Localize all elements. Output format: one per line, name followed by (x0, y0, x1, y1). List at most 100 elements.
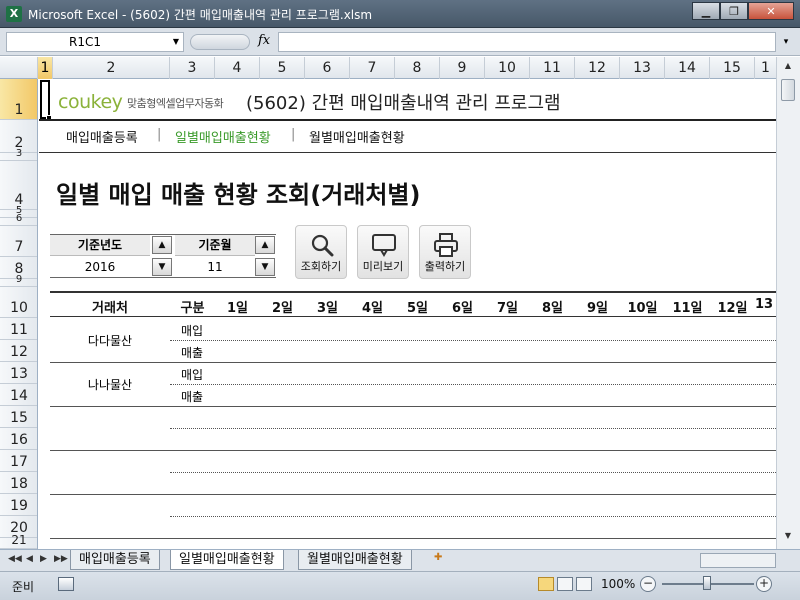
table-row-vendor: 다다물산 (87, 334, 133, 348)
header-day: 13 (755, 297, 774, 312)
restore-button[interactable]: ❐ (720, 2, 748, 20)
row-header[interactable]: 9 (0, 274, 37, 287)
row-header[interactable]: 11 (0, 318, 37, 340)
printer-icon (434, 233, 458, 257)
year-up-button[interactable]: ▲ (152, 236, 172, 254)
row-header[interactable]: 18 (0, 472, 37, 494)
month-label: 기준월 (175, 235, 255, 256)
tab-next-icon[interactable]: ▶ (40, 554, 47, 564)
page-break-view-icon[interactable] (576, 577, 592, 591)
page-layout-view-icon[interactable] (557, 577, 573, 591)
year-value[interactable]: 2016 (50, 257, 150, 278)
normal-view-icon[interactable] (538, 577, 554, 591)
minimize-button[interactable]: ▁ (692, 2, 720, 20)
row-header[interactable]: 21 (0, 533, 37, 549)
tab-register[interactable]: 매입매출등록 (70, 550, 160, 570)
header-day: 5일 (406, 301, 428, 316)
tab-daily[interactable]: 일별매입매출현황 (170, 550, 284, 570)
month-down-button[interactable]: ▼ (255, 258, 275, 276)
row-header[interactable]: 19 (0, 494, 37, 516)
column-header[interactable]: 12 (575, 57, 620, 79)
row-divider (170, 516, 776, 517)
column-header[interactable]: 8 (395, 57, 440, 79)
nav-separator: | (291, 127, 296, 142)
name-box[interactable]: R1C1 ▼ (6, 32, 184, 52)
row-header[interactable]: 1 (0, 79, 37, 120)
scroll-down-icon[interactable]: ▼ (780, 531, 796, 545)
preview-button[interactable]: 미리보기 (357, 225, 409, 279)
chevron-down-icon[interactable]: ▼ (173, 33, 179, 51)
nav-link-monthly[interactable]: 월별매입매출현황 (309, 127, 405, 146)
column-header[interactable]: 9 (440, 57, 485, 79)
column-header[interactable]: 7 (350, 57, 395, 79)
month-value[interactable]: 11 (175, 257, 255, 278)
zoom-in-button[interactable]: + (756, 576, 772, 592)
close-button[interactable]: ✕ (748, 2, 794, 20)
macro-record-icon[interactable] (58, 577, 74, 591)
row-header[interactable]: 16 (0, 428, 37, 450)
expand-formula-bar-icon[interactable]: ▾ (778, 32, 794, 52)
worksheet-grid[interactable]: coukey 맞춤형엑셀업무자동화 (5602) 간편 매입매출내역 관리 프로… (39, 79, 776, 549)
header-day: 2일 (271, 301, 293, 316)
vertical-scrollbar[interactable]: ▲ ▼ (776, 57, 800, 549)
year-down-button[interactable]: ▼ (152, 258, 172, 276)
column-header[interactable]: 13 (620, 57, 665, 79)
row-header[interactable]: 10 (0, 287, 37, 318)
row-divider (50, 362, 776, 363)
row-header[interactable]: 7 (0, 226, 37, 257)
column-header[interactable]: 14 (665, 57, 710, 79)
year-label: 기준년도 (50, 235, 150, 256)
app-title: (5602) 간편 매입매출내역 관리 프로그램 (246, 93, 561, 114)
header-day: 1일 (226, 301, 248, 316)
row-header[interactable]: 17 (0, 450, 37, 472)
row-header[interactable]: 6 (0, 213, 37, 226)
tab-last-icon[interactable]: ▶▶ (54, 554, 68, 564)
header-day: 3일 (316, 301, 338, 316)
column-header[interactable]: 11 (530, 57, 575, 79)
horizontal-scrollbar[interactable] (700, 553, 776, 568)
zoom-slider-thumb[interactable] (703, 576, 711, 590)
column-header[interactable]: 15 (710, 57, 755, 79)
column-header[interactable]: 10 (485, 57, 530, 79)
nav-link-register[interactable]: 매입매출등록 (66, 127, 138, 146)
window-title: Microsoft Excel - (5602) 간편 매입매출내역 관리 프로… (28, 8, 373, 22)
column-header[interactable]: 3 (170, 57, 215, 79)
scroll-up-icon[interactable]: ▲ (780, 61, 796, 75)
row-header[interactable]: 4 (0, 161, 37, 210)
insert-sheet-icon[interactable]: ✚ (434, 552, 452, 568)
column-header[interactable]: 6 (305, 57, 350, 79)
table-header: 거래처 구분 1일 2일 3일 4일 5일 6일 7일 8일 9일 10일 11… (50, 291, 776, 317)
title-bar: X Microsoft Excel - (5602) 간편 매입매출내역 관리 … (0, 0, 800, 28)
row-header[interactable]: 3 (0, 148, 37, 161)
excel-icon[interactable]: X (6, 6, 22, 22)
column-header[interactable]: 5 (260, 57, 305, 79)
column-header[interactable]: 2 (53, 57, 170, 79)
zoom-out-button[interactable]: − (640, 576, 656, 592)
select-all-corner[interactable] (0, 57, 38, 79)
header-type: 구분 (180, 301, 205, 316)
column-header[interactable]: 1 (38, 57, 53, 79)
column-header[interactable]: 1 (755, 57, 776, 79)
row-header[interactable]: 13 (0, 362, 37, 384)
tab-first-icon[interactable]: ◀◀ (8, 554, 22, 564)
formula-input[interactable] (278, 32, 776, 52)
month-up-button[interactable]: ▲ (255, 236, 275, 254)
brand-logo: coukey (58, 91, 123, 113)
insert-function-button[interactable]: fx (258, 33, 270, 48)
row-header[interactable]: 14 (0, 384, 37, 406)
row-header[interactable]: 12 (0, 340, 37, 362)
selected-cell[interactable] (40, 80, 50, 119)
scroll-thumb[interactable] (781, 79, 795, 101)
table-row-type: 매입 (181, 368, 204, 382)
print-button[interactable]: 출력하기 (419, 225, 471, 279)
tab-prev-icon[interactable]: ◀ (26, 554, 33, 564)
search-button[interactable]: 조회하기 (295, 225, 347, 279)
formula-bar: R1C1 ▼ fx ▾ (0, 28, 800, 56)
formula-cancel-confirm[interactable] (190, 34, 250, 50)
row-divider (50, 494, 776, 495)
column-header[interactable]: 4 (215, 57, 260, 79)
row-header[interactable]: 15 (0, 406, 37, 428)
zoom-level[interactable]: 100% (601, 577, 635, 591)
tab-monthly[interactable]: 월별매입매출현황 (298, 550, 412, 570)
nav-link-daily[interactable]: 일별매입매출현황 (175, 127, 271, 146)
